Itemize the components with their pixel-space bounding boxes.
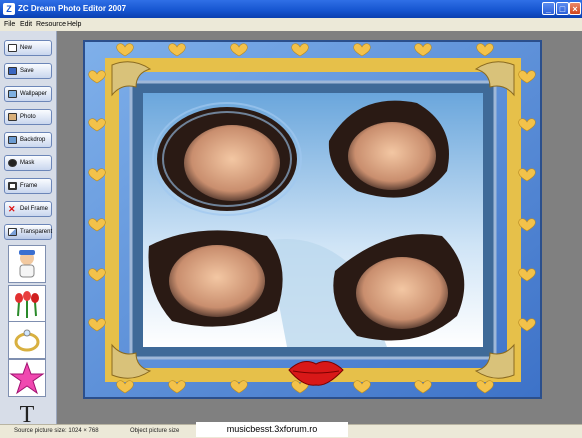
mask-button[interactable]: Mask: [4, 155, 52, 171]
star-clipart-icon: [9, 361, 45, 395]
source-size-status: Source picture size: 1024 × 768: [14, 428, 99, 434]
object-size-status: Object picture size: [130, 428, 180, 434]
frame-button[interactable]: Frame: [4, 178, 52, 194]
backdrop-icon: [8, 136, 17, 144]
save-icon: [8, 67, 17, 75]
transparent-button-label: Transparent: [20, 229, 53, 235]
ring-clipart-tool[interactable]: [8, 321, 46, 359]
save-button[interactable]: Save: [4, 63, 52, 79]
close-button[interactable]: ×: [569, 2, 581, 15]
new-button-label: New: [20, 45, 33, 51]
del-frame-button[interactable]: ✕ Del Frame: [4, 201, 52, 217]
watermark: musicbesst.3xforum.ro: [196, 422, 348, 437]
mask-button-label: Mask: [20, 160, 35, 166]
transparent-button[interactable]: Transparent: [4, 224, 52, 240]
wallpaper-button[interactable]: Wallpaper: [4, 86, 52, 102]
maximize-button[interactable]: □: [556, 2, 569, 15]
photo-button[interactable]: Photo: [4, 109, 52, 125]
window-title: ZC Dream Photo Editor 2007: [18, 4, 127, 13]
wallpaper-icon: [8, 90, 17, 98]
del-frame-button-label: Del Frame: [20, 206, 49, 212]
frame-button-label: Frame: [20, 183, 38, 189]
menu-help[interactable]: Help: [67, 18, 81, 31]
transparent-icon: [8, 228, 17, 236]
app-icon[interactable]: Z: [3, 3, 15, 15]
menu-edit[interactable]: Edit: [20, 18, 32, 31]
photo-icon: [8, 113, 17, 121]
title-bar: Z ZC Dream Photo Editor 2007 _ □ ×: [0, 0, 582, 18]
canvas-area[interactable]: [57, 31, 582, 424]
portrait-bottom-left[interactable]: [148, 230, 283, 327]
menu-bar: File Edit Resource Help: [0, 18, 582, 31]
new-button[interactable]: New: [4, 40, 52, 56]
mask-icon: [8, 159, 17, 167]
wallpaper-button-label: Wallpaper: [20, 91, 47, 97]
star-clipart-tool[interactable]: [8, 359, 46, 397]
baby-clipart-tool[interactable]: [8, 245, 46, 283]
save-button-label: Save: [20, 68, 34, 74]
minimize-button[interactable]: _: [542, 2, 555, 15]
menu-file[interactable]: File: [4, 18, 15, 31]
portrait-top-left[interactable]: [152, 102, 302, 216]
backdrop-button-label: Backdrop: [20, 137, 46, 143]
photo-canvas[interactable]: [57, 31, 582, 424]
frame-icon: [8, 182, 17, 190]
backdrop-button[interactable]: Backdrop: [4, 132, 52, 148]
delete-icon: ✕: [8, 204, 16, 214]
sidebar: New Save Wallpaper Photo Backdrop Mask F…: [0, 31, 57, 428]
tulips-clipart-icon: [15, 291, 39, 318]
photo-button-label: Photo: [20, 114, 36, 120]
menu-resource[interactable]: Resource: [36, 18, 66, 31]
baby-clipart-icon: [19, 250, 35, 278]
new-document-icon: [8, 44, 17, 52]
ring-clipart-icon: [14, 329, 40, 352]
tulips-clipart-tool[interactable]: [8, 285, 46, 323]
